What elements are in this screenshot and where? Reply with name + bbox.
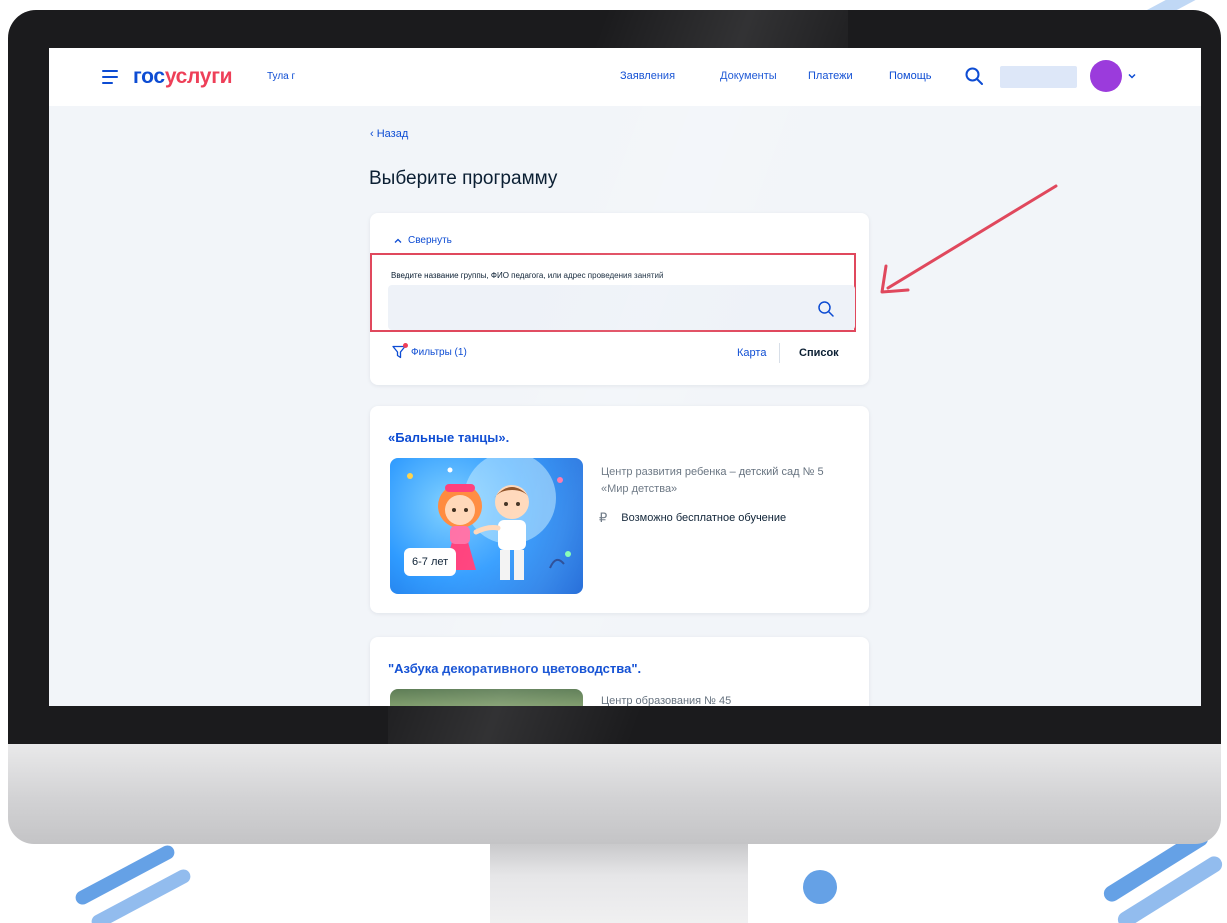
age-badge: 6-7 лет [404, 548, 457, 576]
back-link-label: Назад [376, 128, 409, 140]
view-toggle-map[interactable]: Карта [737, 347, 766, 359]
logo[interactable]: госуслуги [133, 65, 233, 89]
collapse-label: Свернуть [408, 235, 452, 246]
program-title[interactable]: «Бальные танцы». [388, 430, 509, 445]
page-title: Выберите программу [369, 168, 558, 189]
program-title[interactable]: "Азбука декоративного цветоводства". [388, 661, 641, 676]
search-label: Введите название группы, ФИО педагога, и… [391, 271, 664, 280]
search-icon[interactable] [964, 66, 984, 86]
region-selector[interactable]: Тула г [267, 71, 295, 82]
view-toggle-divider [779, 343, 780, 363]
filters-button[interactable]: Фильтры (1) [392, 343, 467, 359]
hamburger-icon[interactable] [102, 70, 118, 84]
logo-part-gos: гос [133, 65, 165, 88]
search-icon[interactable] [817, 300, 835, 318]
collapse-toggle[interactable]: Свернуть [394, 235, 452, 246]
screen: госуслуги Тула г Заявления Документы Пла… [49, 48, 1201, 706]
monitor-chin [8, 744, 1221, 844]
chevron-up-icon [394, 238, 402, 243]
site-header: госуслуги Тула г Заявления Документы Пла… [49, 48, 1201, 106]
organization-name: Центр развития ребенка – детский сад № 5… [601, 466, 824, 495]
decorative-stroke [73, 842, 177, 908]
nav-documents[interactable]: Документы [720, 70, 777, 82]
search-card: Свернуть Введите название группы, ФИО пе… [370, 213, 869, 385]
monitor-stand [490, 844, 748, 923]
user-name-placeholder[interactable] [1000, 66, 1077, 88]
ruble-icon: ₽ [599, 510, 608, 525]
search-input[interactable] [388, 285, 855, 330]
fee-info: ₽ Возможно бесплатное обучение [599, 510, 786, 526]
chevron-down-icon[interactable] [1127, 71, 1137, 81]
nav-applications[interactable]: Заявления [620, 70, 675, 82]
filter-active-dot [403, 343, 408, 348]
decorative-stroke [89, 866, 193, 923]
nav-payments[interactable]: Платежи [808, 70, 853, 82]
program-image: 6-7 лет [390, 458, 583, 594]
nav-help[interactable]: Помощь [889, 70, 932, 82]
back-link[interactable]: ‹ Назад [370, 128, 408, 140]
view-toggle-list[interactable]: Список [799, 347, 839, 359]
filters-label: Фильтры (1) [411, 346, 467, 358]
organization-name: Центр образования № 45 [601, 695, 732, 706]
arrow-icon [880, 184, 1058, 294]
filter-icon [392, 343, 408, 359]
program-image [390, 689, 583, 706]
decorative-dot [803, 870, 837, 904]
program-card[interactable]: «Бальные танцы». 6-7 лет Центр развития … [370, 406, 869, 613]
program-card[interactable]: "Азбука декоративного цветоводства". Цен… [370, 637, 869, 706]
fee-label: Возможно бесплатное обучение [621, 512, 787, 524]
logo-part-uslugi: услуги [164, 65, 233, 88]
monitor-bezel: госуслуги Тула г Заявления Документы Пла… [8, 10, 1221, 745]
avatar[interactable] [1090, 60, 1122, 92]
